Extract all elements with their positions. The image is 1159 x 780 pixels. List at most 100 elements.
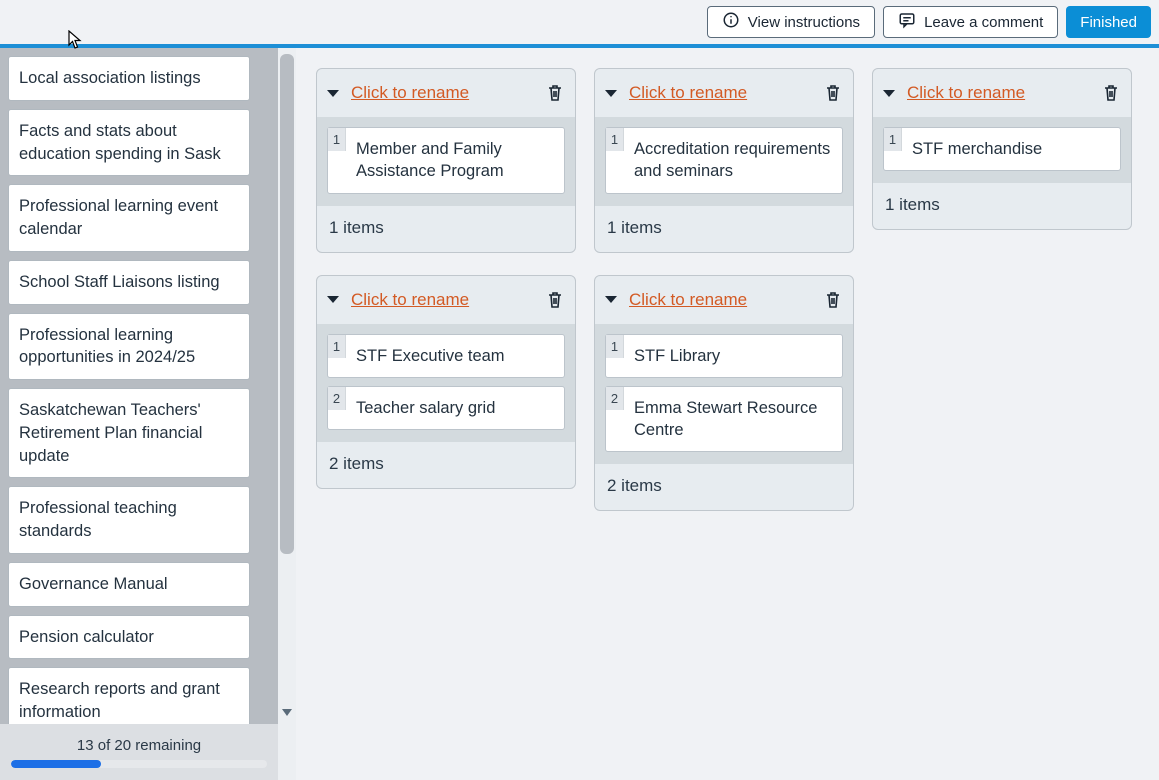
- sidebar-card[interactable]: Governance Manual: [8, 562, 250, 607]
- item-text: Member and Family Assistance Program: [346, 128, 564, 193]
- item-number: 1: [606, 128, 624, 151]
- caret-down-icon[interactable]: [883, 90, 895, 97]
- scrollbar-down-icon[interactable]: [282, 704, 292, 722]
- remaining-count-text: 13 of 20 remaining: [77, 737, 201, 754]
- group-card: Click to rename 1 STF merchandise 1 item…: [872, 68, 1132, 230]
- board: Click to rename 1 Member and Family Assi…: [296, 48, 1159, 780]
- sidebar-scrollbar[interactable]: [278, 48, 296, 780]
- group-body: 1 Accreditation requirements and seminar…: [595, 117, 853, 206]
- sidebar-card[interactable]: Research reports and grant information: [8, 667, 250, 724]
- list-item[interactable]: 1 Member and Family Assistance Program: [327, 127, 565, 194]
- sidebar-card-text: Research reports and grant information: [19, 680, 220, 721]
- group-card: Click to rename 1 Accreditation requirem…: [594, 68, 854, 253]
- sidebar-card-text: Pension calculator: [19, 628, 154, 646]
- sidebar-footer: 13 of 20 remaining: [0, 724, 278, 780]
- sidebar-card-text: Facts and stats about education spending…: [19, 122, 221, 163]
- group-body: 1 STF merchandise: [873, 117, 1131, 183]
- caret-down-icon[interactable]: [327, 296, 339, 303]
- caret-down-icon[interactable]: [327, 90, 339, 97]
- caret-down-icon[interactable]: [605, 90, 617, 97]
- sidebar-card[interactable]: Local association listings: [8, 56, 250, 101]
- rename-link[interactable]: Click to rename: [629, 83, 817, 103]
- list-item[interactable]: 1 STF merchandise: [883, 127, 1121, 171]
- list-item[interactable]: 1 STF Library: [605, 334, 843, 378]
- main: Local association listings Facts and sta…: [0, 48, 1159, 780]
- group-body: 1 STF Library 2 Emma Stewart Resource Ce…: [595, 324, 853, 465]
- rename-link[interactable]: Click to rename: [351, 83, 539, 103]
- sidebar-card[interactable]: School Staff Liaisons listing: [8, 260, 250, 305]
- item-number: 1: [606, 335, 624, 358]
- group-body: 1 Member and Family Assistance Program: [317, 117, 575, 206]
- info-icon: [722, 11, 740, 33]
- trash-icon[interactable]: [825, 291, 841, 309]
- sidebar-card-text: Local association listings: [19, 69, 201, 87]
- rename-link[interactable]: Click to rename: [351, 290, 539, 310]
- sidebar-card-text: Governance Manual: [19, 575, 168, 593]
- sidebar-card[interactable]: Facts and stats about education spending…: [8, 109, 250, 177]
- trash-icon[interactable]: [825, 84, 841, 102]
- sidebar: Local association listings Facts and sta…: [0, 48, 278, 780]
- item-text: STF merchandise: [902, 128, 1052, 170]
- item-number: 2: [606, 387, 624, 410]
- item-number: 1: [328, 128, 346, 151]
- sidebar-card[interactable]: Pension calculator: [8, 615, 250, 660]
- group-header: Click to rename: [873, 69, 1131, 117]
- caret-down-icon[interactable]: [605, 296, 617, 303]
- finished-button[interactable]: Finished: [1066, 6, 1151, 38]
- group-count: 1 items: [873, 183, 1131, 229]
- sidebar-card[interactable]: Saskatchewan Teachers' Retirement Plan f…: [8, 388, 250, 478]
- list-item[interactable]: 2 Emma Stewart Resource Centre: [605, 386, 843, 453]
- list-item[interactable]: 1 STF Executive team: [327, 334, 565, 378]
- group-body: 1 STF Executive team 2 Teacher salary gr…: [317, 324, 575, 443]
- group-count: 1 items: [317, 206, 575, 252]
- board-column: Click to rename 1 STF merchandise 1 item…: [872, 68, 1132, 230]
- sidebar-card-text: Professional learning event calendar: [19, 197, 218, 238]
- comment-icon: [898, 11, 916, 33]
- board-column: Click to rename 1 Accreditation requirem…: [594, 68, 854, 511]
- leave-comment-button[interactable]: Leave a comment: [883, 6, 1058, 38]
- view-instructions-label: View instructions: [748, 14, 860, 31]
- group-header: Click to rename: [317, 69, 575, 117]
- trash-icon[interactable]: [547, 291, 563, 309]
- item-text: STF Library: [624, 335, 730, 377]
- list-item[interactable]: 1 Accreditation requirements and seminar…: [605, 127, 843, 194]
- group-card: Click to rename 1 Member and Family Assi…: [316, 68, 576, 253]
- group-card: Click to rename 1 STF Library 2 Emma Ste…: [594, 275, 854, 512]
- group-header: Click to rename: [595, 69, 853, 117]
- item-number: 1: [884, 128, 902, 151]
- trash-icon[interactable]: [547, 84, 563, 102]
- sidebar-card[interactable]: Professional learning event calendar: [8, 184, 250, 252]
- group-header: Click to rename: [595, 276, 853, 324]
- group-card: Click to rename 1 STF Executive team 2 T…: [316, 275, 576, 490]
- item-number: 1: [328, 335, 346, 358]
- group-count: 2 items: [595, 464, 853, 510]
- rename-link[interactable]: Click to rename: [629, 290, 817, 310]
- group-count: 2 items: [317, 442, 575, 488]
- sidebar-scroll[interactable]: Local association listings Facts and sta…: [0, 48, 278, 724]
- item-text: Teacher salary grid: [346, 387, 505, 429]
- sidebar-card-text: School Staff Liaisons listing: [19, 273, 220, 291]
- trash-icon[interactable]: [1103, 84, 1119, 102]
- sidebar-scrollbar-thumb[interactable]: [280, 54, 294, 554]
- item-text: Accreditation requirements and seminars: [624, 128, 842, 193]
- sidebar-card-text: Saskatchewan Teachers' Retirement Plan f…: [19, 401, 202, 465]
- sidebar-card[interactable]: Professional teaching standards: [8, 486, 250, 554]
- topbar: View instructions Leave a comment Finish…: [0, 0, 1159, 44]
- board-column: Click to rename 1 Member and Family Assi…: [316, 68, 576, 489]
- progress-track: [11, 760, 267, 768]
- sidebar-card-text: Professional teaching standards: [19, 499, 177, 540]
- finished-label: Finished: [1080, 14, 1137, 31]
- leave-comment-label: Leave a comment: [924, 14, 1043, 31]
- sidebar-card-text: Professional learning opportunities in 2…: [19, 326, 195, 367]
- sidebar-card[interactable]: Professional learning opportunities in 2…: [8, 313, 250, 381]
- item-number: 2: [328, 387, 346, 410]
- board-columns: Click to rename 1 Member and Family Assi…: [316, 68, 1139, 511]
- view-instructions-button[interactable]: View instructions: [707, 6, 875, 38]
- item-text: STF Executive team: [346, 335, 515, 377]
- list-item[interactable]: 2 Teacher salary grid: [327, 386, 565, 430]
- progress-fill: [11, 760, 101, 768]
- group-count: 1 items: [595, 206, 853, 252]
- item-text: Emma Stewart Resource Centre: [624, 387, 842, 452]
- group-header: Click to rename: [317, 276, 575, 324]
- rename-link[interactable]: Click to rename: [907, 83, 1095, 103]
